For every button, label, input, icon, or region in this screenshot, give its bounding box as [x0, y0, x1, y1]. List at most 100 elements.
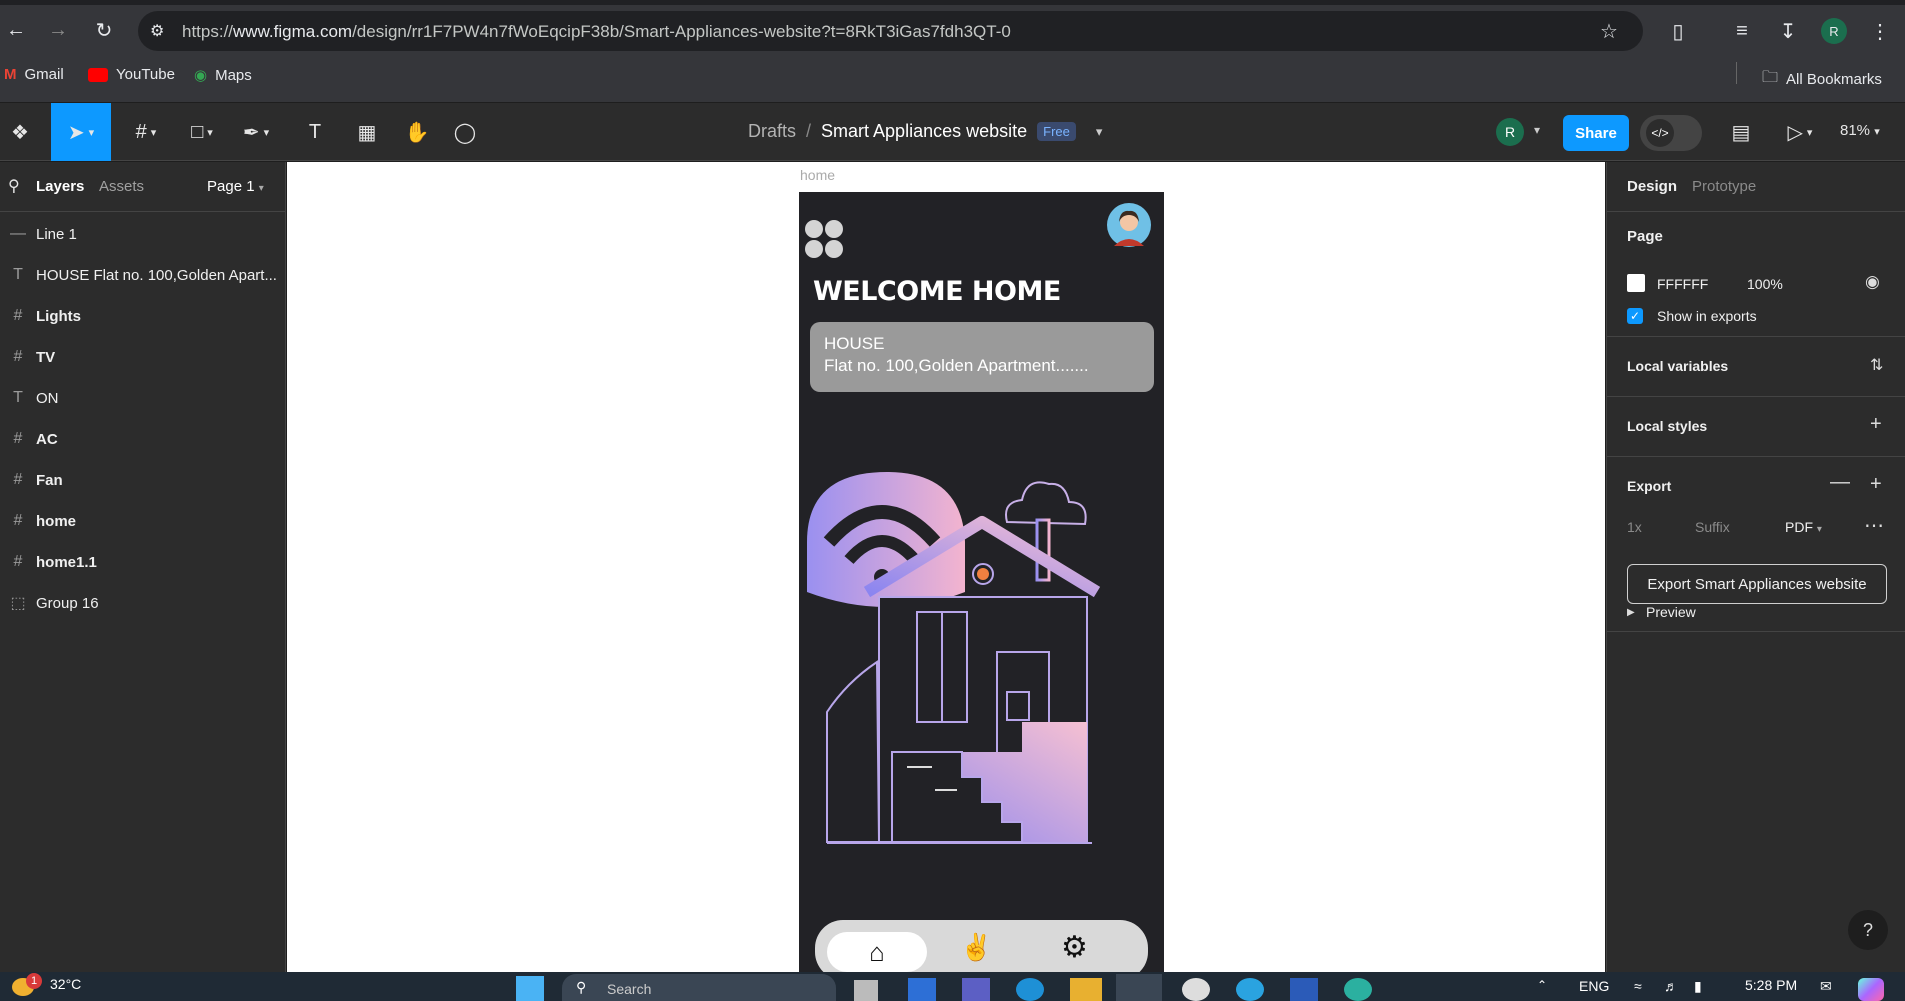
eye-icon[interactable]: ◉ [1865, 272, 1880, 292]
frame-label[interactable]: home [800, 167, 835, 183]
bookmark-gmail[interactable]: M Gmail [4, 66, 64, 83]
layer-row[interactable]: T HOUSE Flat no. 100,Golden Apart... [0, 255, 286, 295]
all-bookmarks[interactable]: 🗀 All Bookmarks [1762, 66, 1882, 93]
taskbar-search[interactable]: ⚲ Search [562, 974, 836, 1001]
move-tool-icon[interactable]: ➤ ▾ [51, 103, 111, 161]
text-tool-icon[interactable]: T [298, 103, 332, 161]
nav-settings-button[interactable]: ⚙ [1061, 930, 1088, 965]
file-explorer-icon[interactable] [1070, 978, 1102, 1001]
extensions-icon[interactable]: ▯ [1664, 17, 1692, 45]
tab-search-icon[interactable]: ≡ [1728, 17, 1756, 45]
reload-icon[interactable]: ↻ [90, 16, 118, 44]
share-button[interactable]: Share [1563, 115, 1629, 151]
hp-app-icon[interactable] [1182, 978, 1210, 1001]
clock[interactable]: 5:28 PM [1745, 977, 1797, 993]
bookmark-maps[interactable]: ◉ Maps [194, 66, 252, 85]
tab-prototype[interactable]: Prototype [1692, 178, 1756, 195]
present-icon[interactable]: ▷ ▾ [1780, 103, 1820, 161]
address-card[interactable]: HOUSE Flat no. 100,Golden Apartment.....… [810, 322, 1154, 392]
group-icon: ⬚ [10, 595, 26, 612]
url-text[interactable]: https://www.figma.com/design/rr1F7PW4n7f… [182, 22, 1011, 42]
local-variables-title[interactable]: Local variables [1627, 358, 1728, 374]
edge-app-icon[interactable] [1344, 978, 1372, 1001]
site-info-icon[interactable]: ⚙ [150, 21, 164, 41]
export-format-select[interactable]: PDF ▾ [1785, 519, 1822, 535]
layer-row[interactable]: T ON [0, 378, 286, 418]
volume-icon[interactable]: ♬ [1664, 978, 1678, 994]
sliders-icon[interactable]: ⇅ [1870, 355, 1883, 375]
export-button[interactable]: Export Smart Appliances website [1627, 564, 1887, 604]
language-indicator[interactable]: ENG [1579, 978, 1609, 994]
back-icon[interactable]: ← [2, 16, 30, 44]
windows-start-icon[interactable] [516, 976, 544, 1001]
frame-tool-icon[interactable]: # ▾ [124, 103, 168, 161]
layer-row[interactable]: # Fan [0, 460, 286, 500]
wifi-icon[interactable]: ≈ [1634, 978, 1642, 994]
chevron-down-icon[interactable]: ▾ [1534, 123, 1540, 137]
dev-mode-toggle[interactable]: </> [1640, 115, 1702, 151]
mail-app-icon[interactable] [1016, 978, 1044, 1001]
help-button[interactable]: ? [1848, 910, 1888, 950]
layer-row[interactable]: # home1.1 [0, 542, 286, 582]
layer-row[interactable]: ⬚ Group 16 [0, 583, 286, 623]
battery-icon[interactable]: ▮ [1694, 978, 1702, 995]
export-suffix-input[interactable]: Suffix [1695, 519, 1730, 535]
store-app-icon[interactable] [908, 978, 936, 1001]
phone-frame-home[interactable]: WELCOME HOME HOUSE Flat no. 100,Golden A… [799, 192, 1164, 972]
layer-row[interactable]: # TV [0, 337, 286, 377]
resources-tool-icon[interactable]: ▦ [350, 103, 384, 161]
layer-row[interactable]: # home [0, 501, 286, 541]
notification-icon[interactable]: ✉ [1820, 978, 1832, 995]
task-view-icon[interactable] [854, 980, 878, 1001]
more-options-icon[interactable]: ⋯ [1864, 513, 1885, 538]
pen-tool-icon[interactable]: ✒ ▾ [234, 103, 278, 161]
copilot-icon[interactable] [1858, 978, 1884, 1001]
user-avatar[interactable]: R [1496, 118, 1524, 146]
telegram-app-icon[interactable] [1236, 978, 1264, 1001]
page-color-swatch[interactable] [1627, 274, 1645, 292]
zoom-dropdown[interactable]: 81% ▾ [1840, 122, 1880, 139]
teams-app-icon[interactable] [962, 978, 990, 1001]
layer-row[interactable]: # AC [0, 419, 286, 459]
page-opacity-value[interactable]: 100% [1747, 276, 1783, 292]
layer-row[interactable]: — Line 1 [0, 214, 286, 254]
chrome-app-icon[interactable] [1116, 974, 1162, 1001]
caret-right-icon[interactable]: ▶ [1627, 607, 1635, 618]
page-color-value[interactable]: FFFFFF [1657, 276, 1708, 292]
tray-overflow-icon[interactable]: ⌃ [1537, 978, 1547, 992]
preview-toggle[interactable]: Preview [1646, 604, 1696, 620]
word-app-icon[interactable] [1290, 978, 1318, 1001]
comment-tool-icon[interactable]: ◯ [448, 103, 482, 161]
tab-assets[interactable]: Assets [99, 178, 144, 195]
rectangle-tool-icon[interactable]: □ ▾ [180, 103, 224, 161]
menu-icon[interactable]: ⋮ [1866, 17, 1894, 45]
tab-layers[interactable]: Layers [36, 178, 84, 195]
layer-row[interactable]: # Lights [0, 296, 286, 336]
chevron-down-icon[interactable]: ▾ [1096, 124, 1103, 140]
export-scale[interactable]: 1x [1627, 519, 1642, 535]
address-bar[interactable]: ⚙ https://www.figma.com/design/rr1F7PW4n… [138, 11, 1643, 51]
nav-home-button[interactable]: ⌂ [827, 932, 927, 972]
hand-tool-icon[interactable]: ✋ [400, 103, 434, 161]
forward-icon[interactable]: → [44, 16, 72, 44]
search-icon[interactable]: ⚲ [8, 176, 20, 196]
profile-avatar[interactable]: R [1820, 17, 1848, 45]
library-icon[interactable]: ▤ [1724, 103, 1758, 161]
page-selector[interactable]: Page 1 ▾ [207, 178, 264, 195]
minus-icon[interactable]: — [1830, 471, 1850, 494]
design-canvas[interactable]: home WELCOME HOME HOUSE Flat no. 100,Gol… [287, 162, 1605, 972]
nav-devices-button[interactable]: ✌ [960, 932, 992, 963]
file-name[interactable]: Smart Appliances website [821, 121, 1027, 142]
show-in-exports-checkbox[interactable]: ✓ [1627, 308, 1643, 324]
plus-icon[interactable]: + [1870, 473, 1882, 496]
bookmark-youtube[interactable]: YouTube [88, 66, 175, 83]
main-menu-icon[interactable]: ❖ [0, 103, 40, 161]
zoom-level: 81% [1840, 122, 1871, 139]
download-icon[interactable]: ↧ [1774, 17, 1802, 45]
tab-design[interactable]: Design [1627, 178, 1677, 195]
breadcrumb-drafts[interactable]: Drafts [748, 121, 796, 142]
frame-icon: # [13, 430, 23, 447]
bookmark-star-icon[interactable]: ☆ [1600, 19, 1618, 44]
profile-initial: R [1821, 18, 1847, 44]
plus-icon[interactable]: + [1870, 413, 1882, 436]
